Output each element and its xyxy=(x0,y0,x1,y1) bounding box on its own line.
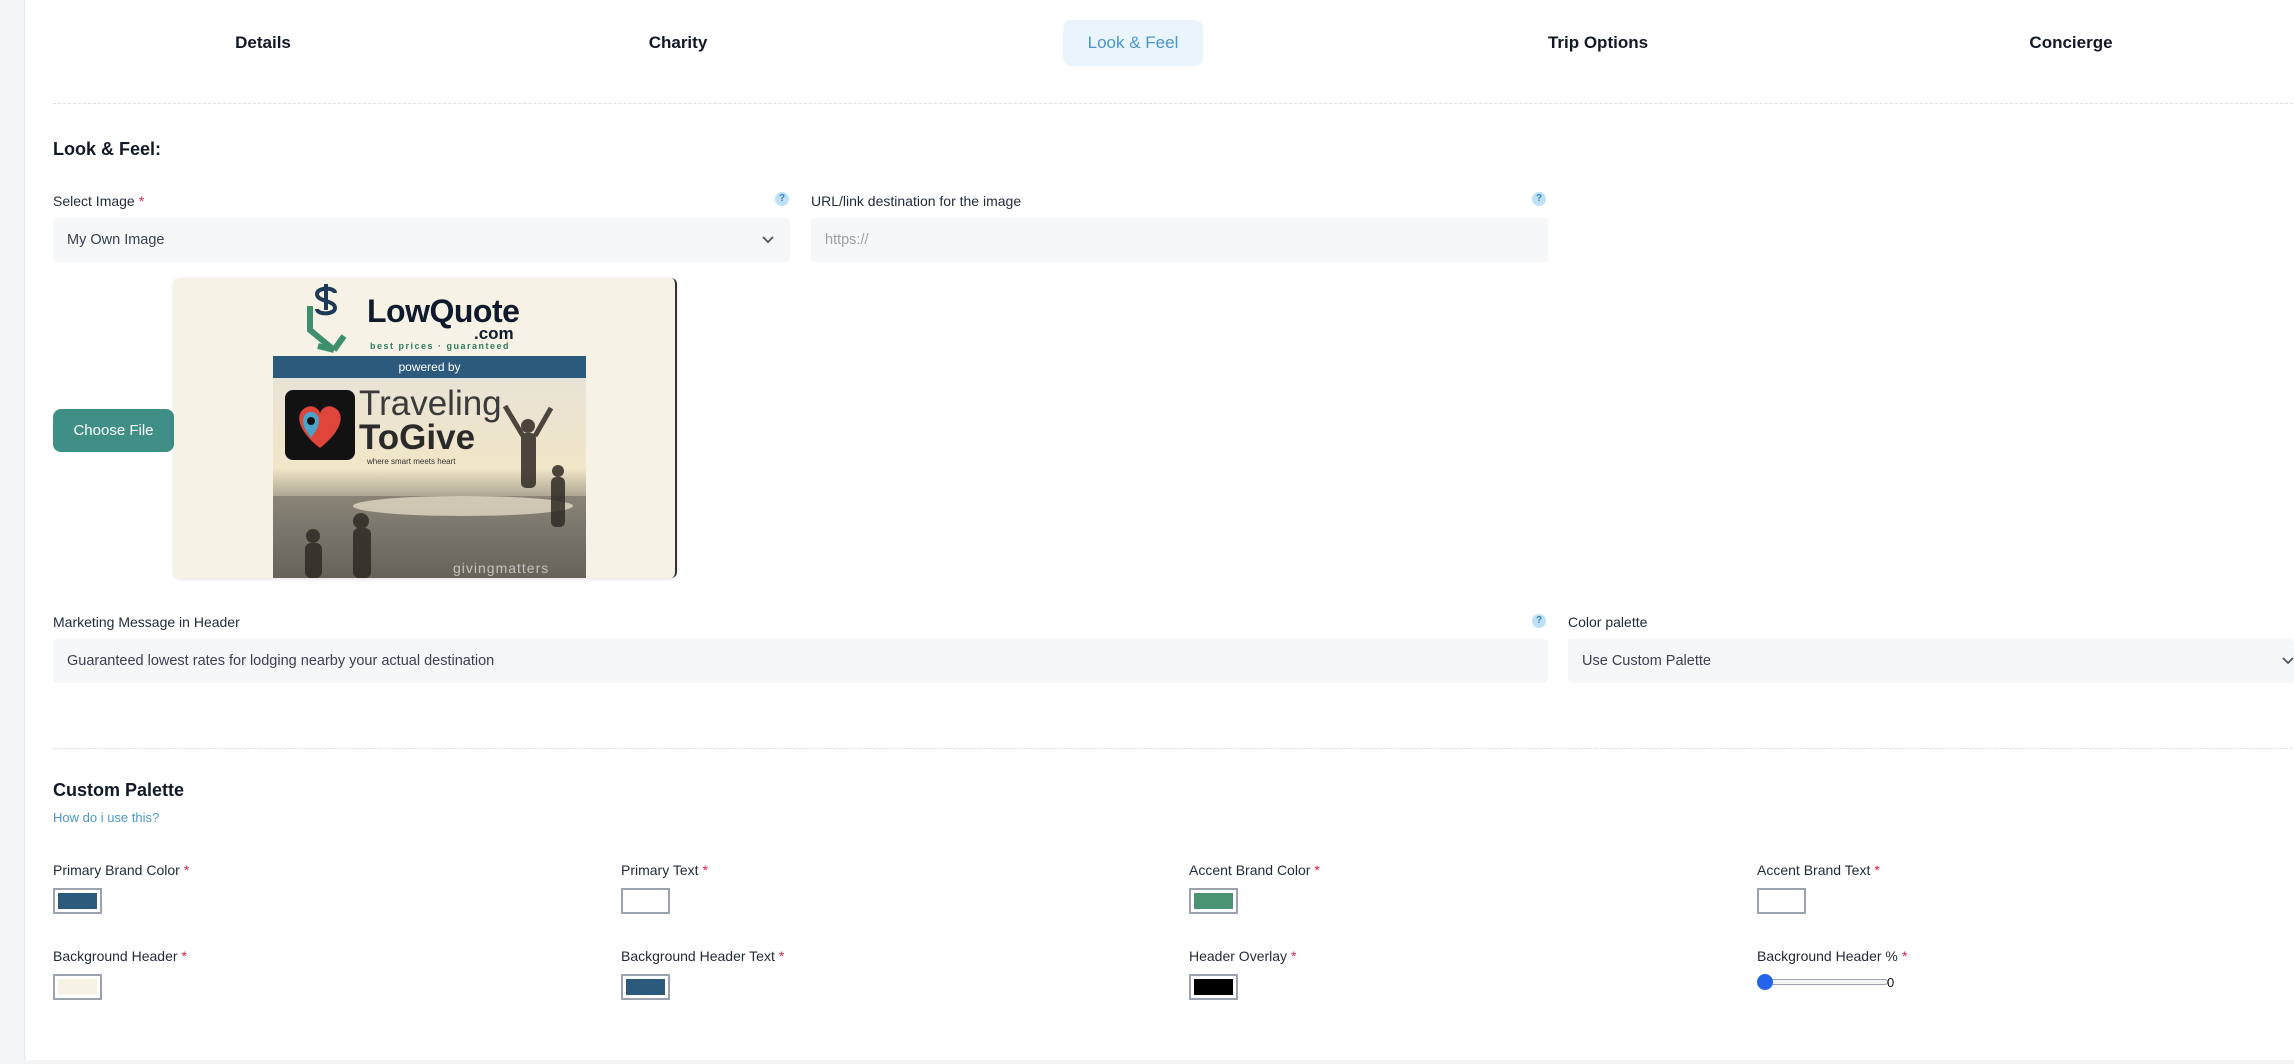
accent-brand-text-color-picker[interactable] xyxy=(1757,888,1806,914)
background-header-percent-label: Background Header % * xyxy=(1757,948,1908,964)
marketing-message-input[interactable]: Guaranteed lowest rates for lodging near… xyxy=(53,639,1548,683)
accent-brand-text-label: Accent Brand Text * xyxy=(1757,862,1880,878)
color-swatch-fill xyxy=(58,893,97,909)
color-palette-label: Color palette xyxy=(1568,614,1648,630)
partner-tagline: where smart meets heart xyxy=(367,457,456,466)
powered-by-banner: powered by xyxy=(273,356,586,378)
choose-file-button[interactable]: Choose File xyxy=(53,409,174,452)
color-swatch-fill xyxy=(58,979,97,995)
required-marker: * xyxy=(183,862,190,878)
how-to-use-link[interactable]: How do i use this? xyxy=(53,810,159,825)
accent-brand-color-picker[interactable] xyxy=(1189,888,1238,914)
tab-bar: Details Charity Look & Feel Trip Options… xyxy=(53,20,2294,66)
background-header-percent-value: 0 xyxy=(1887,975,1895,990)
url-link-input[interactable]: https:// xyxy=(811,218,1548,262)
divider xyxy=(53,748,2294,749)
primary-brand-color-label: Primary Brand Color * xyxy=(53,862,190,878)
color-swatch-fill xyxy=(1194,979,1233,995)
background-header-text-label: Background Header Text * xyxy=(621,948,785,964)
section-title-custom-palette: Custom Palette xyxy=(53,780,185,800)
url-link-label: URL/link destination for the image xyxy=(811,193,1022,209)
watermark-text: givingmatters xyxy=(453,560,550,576)
color-swatch-fill xyxy=(1194,893,1233,909)
section-title-look-and-feel: Look & Feel: xyxy=(53,139,162,159)
color-swatch-fill xyxy=(626,893,665,909)
help-icon[interactable]: ? xyxy=(1532,614,1546,628)
color-palette-dropdown[interactable]: Use Custom Palette xyxy=(1568,639,2294,683)
tab-details[interactable]: Details xyxy=(203,20,323,66)
required-marker: * xyxy=(1314,862,1320,878)
slider-thumb[interactable] xyxy=(1757,974,1773,990)
required-marker: * xyxy=(138,193,145,209)
required-marker: * xyxy=(1901,948,1908,964)
required-marker: * xyxy=(702,862,708,878)
heart-pin-logo-icon xyxy=(285,390,355,460)
header-image-preview: LowQuote .com best prices · guaranteed p… xyxy=(174,278,677,578)
required-marker: * xyxy=(778,948,785,964)
tab-trip-options[interactable]: Trip Options xyxy=(1528,20,1668,66)
primary-text-color-picker[interactable] xyxy=(621,888,670,914)
required-marker: * xyxy=(1291,948,1297,964)
divider xyxy=(53,103,2294,104)
header-overlay-label: Header Overlay * xyxy=(1189,948,1297,964)
background-header-label: Background Header * xyxy=(53,948,187,964)
partner-name-line2: ToGive xyxy=(359,418,476,457)
color-palette-value: Use Custom Palette xyxy=(1582,653,1711,669)
select-image-value: My Own Image xyxy=(67,232,165,248)
required-marker: * xyxy=(1874,862,1880,878)
chevron-down-icon xyxy=(762,236,774,244)
select-image-dropdown[interactable]: My Own Image xyxy=(53,218,790,262)
accent-brand-color-label: Accent Brand Color * xyxy=(1189,862,1320,878)
promo-photo: powered by Traveling ToGive where smart … xyxy=(273,356,586,578)
background-header-color-picker[interactable] xyxy=(53,974,102,1000)
background-header-text-color-picker[interactable] xyxy=(621,974,670,1000)
dollar-arrow-logo-icon xyxy=(307,284,347,353)
brand-tagline: best prices · guaranteed xyxy=(370,341,511,351)
tab-charity[interactable]: Charity xyxy=(618,20,738,66)
help-icon[interactable]: ? xyxy=(775,192,789,206)
select-image-label: Select Image * xyxy=(53,193,145,209)
color-swatch-fill xyxy=(1762,893,1801,909)
marketing-message-label: Marketing Message in Header xyxy=(53,614,240,630)
primary-brand-color-picker[interactable] xyxy=(53,888,102,914)
chevron-down-icon xyxy=(2282,657,2294,665)
required-marker: * xyxy=(181,948,187,964)
help-icon[interactable]: ? xyxy=(1532,192,1546,206)
tab-look-and-feel[interactable]: Look & Feel xyxy=(1063,20,1203,66)
primary-text-label: Primary Text * xyxy=(621,862,708,878)
header-overlay-color-picker[interactable] xyxy=(1189,974,1238,1000)
tab-concierge[interactable]: Concierge xyxy=(2001,20,2141,66)
background-header-percent-slider[interactable] xyxy=(1758,979,1888,985)
color-swatch-fill xyxy=(626,979,665,995)
